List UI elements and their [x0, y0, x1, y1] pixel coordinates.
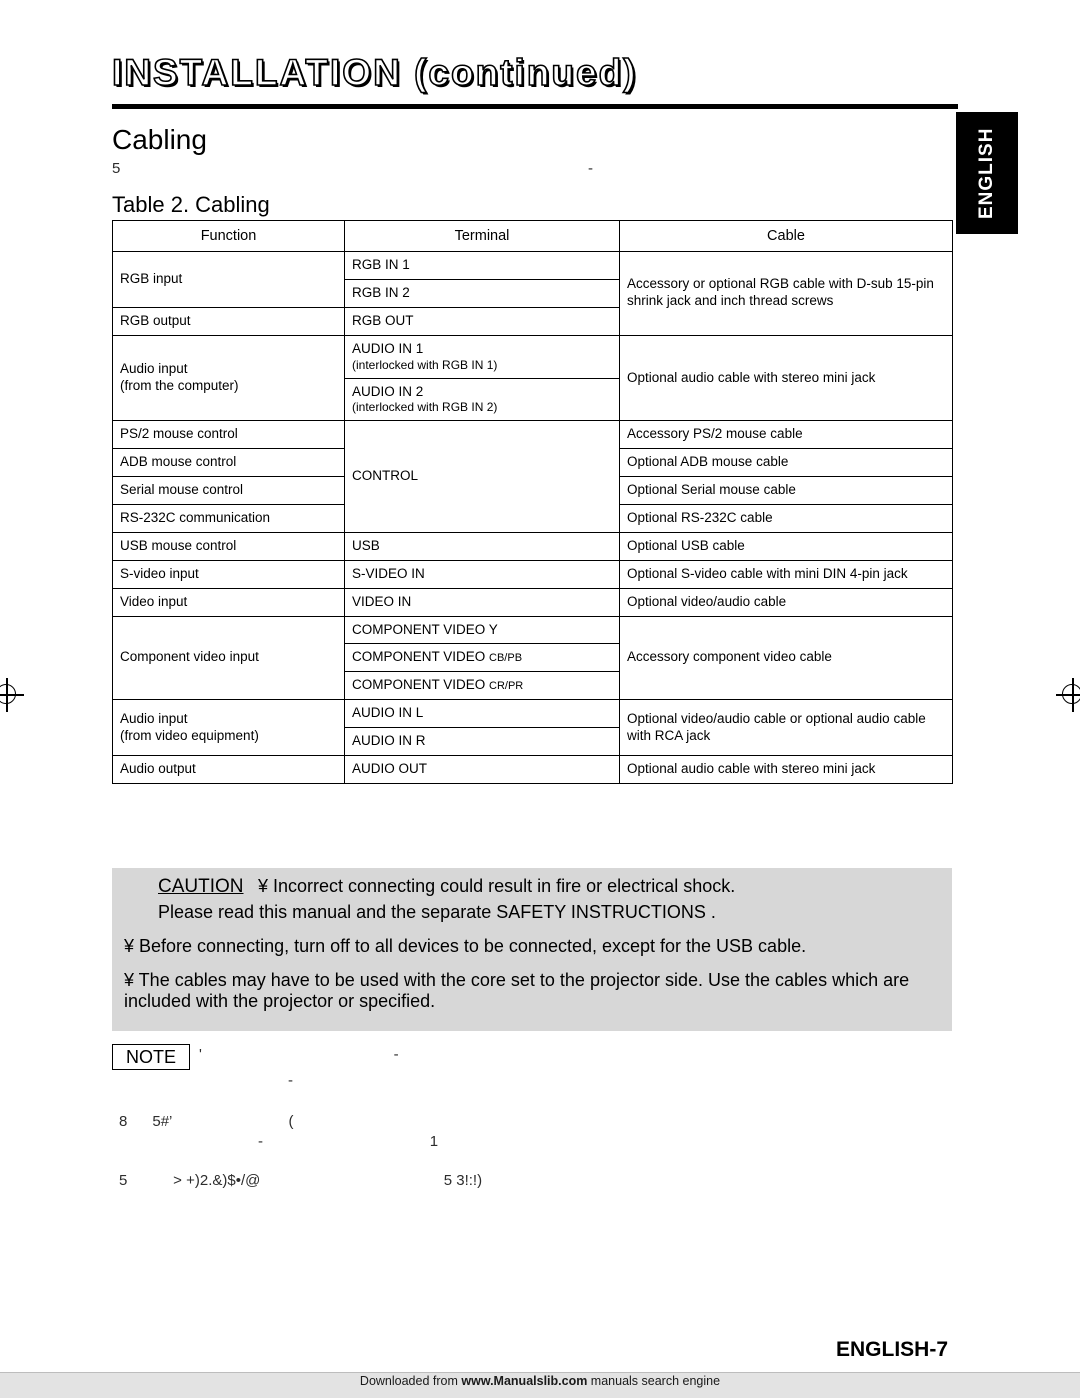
- language-tab-label: ENGLISH: [976, 127, 997, 219]
- registration-mark-right: [1056, 678, 1080, 712]
- audio-input-computer-line1: Audio input: [120, 361, 188, 377]
- cell-function-ps2-mouse: PS/2 mouse control: [112, 420, 345, 450]
- note-artifact-5: 5 > +)2.&)$•/@ 5 3!:!): [119, 1172, 483, 1189]
- audio-in-2-label: AUDIO IN 2: [352, 383, 424, 399]
- cell-function-component-video: Component video input: [112, 615, 345, 701]
- table-row: Audio input (from the computer) AUDIO IN…: [112, 334, 953, 422]
- table-row: Component video input COMPONENT VIDEO Y …: [112, 615, 953, 701]
- registration-mark-circle: [1062, 684, 1080, 704]
- cell-function-video: Video input: [112, 587, 345, 617]
- table-row: S-video input S-VIDEO IN Optional S-vide…: [112, 559, 953, 589]
- footer-suffix: manuals search engine: [587, 1374, 721, 1388]
- component-cr-prefix: COMPONENT VIDEO: [352, 677, 490, 693]
- cell-function-rgb-output: RGB output: [112, 306, 345, 336]
- cell-terminal-video-in: VIDEO IN: [344, 587, 620, 617]
- intro-artifact-left: 5: [112, 160, 121, 177]
- cell-cable-rgb: Accessory or optional RGB cable with D-s…: [619, 251, 953, 336]
- cell-terminal-audio-in-2: AUDIO IN 2 (interlocked with RGB IN 2): [344, 377, 620, 422]
- audio-input-computer-line2: (from the computer): [120, 378, 239, 393]
- cell-terminal-component-cb-pb: COMPONENT VIDEO CB/PB: [344, 643, 620, 673]
- note-artifact-4: - 1: [258, 1133, 439, 1150]
- cell-terminal-usb: USB: [344, 531, 620, 561]
- table-caption: Table 2. Cabling: [112, 192, 270, 217]
- table-header-row: Function Terminal Cable: [112, 220, 953, 252]
- cell-function-audio-input-computer: Audio input (from the computer): [112, 334, 345, 422]
- cell-cable-rs232c: Optional RS-232C cable: [619, 504, 953, 533]
- caution-label-text: CAUTION: [158, 876, 244, 897]
- cell-terminal-audio-out: AUDIO OUT: [344, 754, 620, 784]
- cell-function-serial-mouse: Serial mouse control: [112, 476, 345, 505]
- cell-cable-usb: Optional USB cable: [619, 531, 953, 561]
- column-header-function: Function: [112, 220, 345, 252]
- caution-line-1: ¥ Incorrect connecting could result in f…: [258, 876, 736, 896]
- column-header-terminal: Terminal: [344, 220, 620, 252]
- cell-cable-audio-video: Optional video/audio cable or optional a…: [619, 699, 953, 756]
- footer-link[interactable]: www.Manualslib.com: [461, 1374, 587, 1388]
- audio-input-video-line2: (from video equipment): [120, 727, 259, 743]
- cell-cable-svideo: Optional S-video cable with mini DIN 4-p…: [619, 559, 953, 589]
- cell-function-audio-input-video: Audio input (from video equipment): [112, 699, 345, 756]
- component-cr-suffix: CR/PR: [489, 680, 524, 693]
- table-row: RGB input RGB IN 1 Accessory or optional…: [112, 251, 953, 336]
- cell-cable-serial: Optional Serial mouse cable: [619, 476, 953, 505]
- cell-function-svideo: S-video input: [112, 559, 345, 589]
- cell-function-rs232c: RS-232C communication: [112, 504, 345, 533]
- note-artifact-3: 8 5#’ (: [119, 1113, 294, 1130]
- cabling-table: Function Terminal Cable RGB input RGB IN…: [112, 220, 953, 784]
- cell-terminal-audio-in-1: AUDIO IN 1 (interlocked with RGB IN 1): [344, 334, 620, 379]
- cell-terminal-component-y: COMPONENT VIDEO Y: [344, 615, 620, 645]
- audio-in-1-note: (interlocked with RGB IN 1): [352, 357, 498, 372]
- title-divider: [112, 104, 958, 109]
- cell-terminal-rgb-out: RGB OUT: [344, 306, 620, 336]
- cell-cable-audio-out: Optional audio cable with stereo mini ja…: [619, 754, 953, 784]
- caution-line-2: Please read this manual and the separate…: [158, 902, 716, 922]
- audio-in-2-note: (interlocked with RGB IN 2): [352, 400, 498, 415]
- note-artifact-2: -: [288, 1072, 293, 1089]
- cell-terminal-control: CONTROL: [344, 420, 620, 533]
- caution-line-4: ¥ The cables may have to be used with th…: [124, 970, 910, 1011]
- table-row: Audio output AUDIO OUT Optional audio ca…: [112, 754, 953, 784]
- cell-cable-ps2: Accessory PS/2 mouse cable: [619, 420, 953, 450]
- audio-input-video-line1: Audio input: [120, 710, 188, 726]
- cell-terminal-rgb-in-1: RGB IN 1: [344, 251, 620, 280]
- table-row: Video input VIDEO IN Optional video/audi…: [112, 587, 953, 617]
- note-badge: NOTE: [112, 1044, 190, 1070]
- footer-attribution: Downloaded from www.Manualslib.com manua…: [0, 1374, 1080, 1388]
- section-heading: Cabling: [112, 124, 207, 155]
- component-cb-suffix: CB/PB: [489, 652, 523, 665]
- table-row: USB mouse control USB Optional USB cable: [112, 531, 953, 561]
- page-title: INSTALLATION (continued): [111, 51, 638, 94]
- caution-line-3: ¥ Before connecting, turn off to all dev…: [124, 936, 807, 956]
- footer-prefix: Downloaded from: [359, 1374, 462, 1388]
- cell-cable-component: Accessory component video cable: [619, 615, 953, 701]
- document-page: INSTALLATION (continued) ENGLISH Cabling…: [0, 0, 1080, 1398]
- audio-in-1-label: AUDIO IN 1: [352, 340, 424, 356]
- table-row: Audio input (from video equipment) AUDIO…: [112, 699, 953, 756]
- registration-mark-left: [0, 678, 24, 712]
- cell-cable-audio-computer: Optional audio cable with stereo mini ja…: [619, 334, 953, 422]
- cell-function-adb-mouse: ADB mouse control: [112, 448, 345, 478]
- cell-terminal-component-cr-pr: COMPONENT VIDEO CR/PR: [344, 671, 620, 701]
- page-number: ENGLISH-7: [836, 1338, 949, 1361]
- intro-artifact-right: -: [588, 160, 593, 177]
- cell-function-rgb-input: RGB input: [112, 251, 345, 308]
- cell-terminal-rgb-in-2: RGB IN 2: [344, 278, 620, 308]
- component-cb-prefix: COMPONENT VIDEO: [352, 649, 490, 665]
- table-row: PS/2 mouse control CONTROL Accessory PS/…: [112, 420, 953, 533]
- caution-label: CAUTION: [158, 876, 244, 898]
- cell-terminal-audio-in-l: AUDIO IN L: [344, 699, 620, 728]
- cell-cable-adb: Optional ADB mouse cable: [619, 448, 953, 478]
- registration-mark-circle: [0, 684, 16, 704]
- cell-cable-video: Optional video/audio cable: [619, 587, 953, 617]
- note-artifact-1: ' -: [199, 1046, 399, 1063]
- cell-terminal-audio-in-r: AUDIO IN R: [344, 727, 620, 756]
- column-header-cable: Cable: [619, 220, 953, 252]
- cell-terminal-svideo-in: S-VIDEO IN: [344, 559, 620, 589]
- cell-function-usb-mouse: USB mouse control: [112, 531, 345, 561]
- cell-function-audio-output: Audio output: [112, 754, 345, 784]
